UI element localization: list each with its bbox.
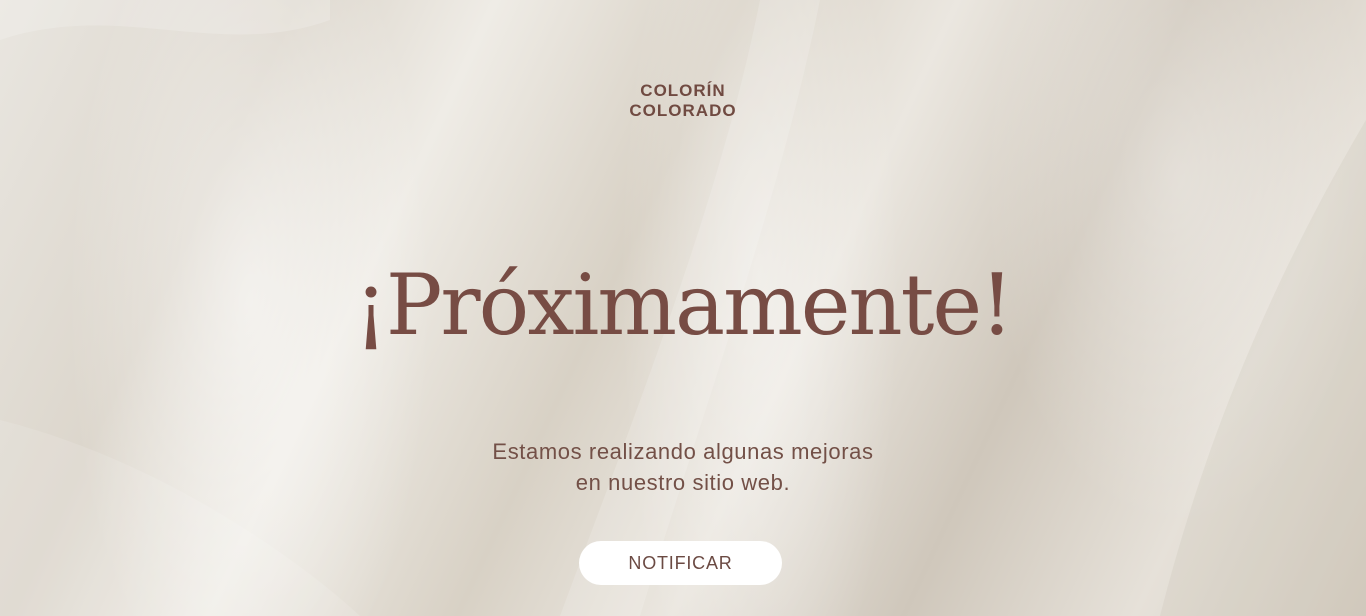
page-title: ¡Próximamente! xyxy=(354,256,1014,354)
brand-logo: COLORÍN COLORADO xyxy=(0,81,1366,121)
notify-button[interactable]: NOTIFICAR xyxy=(579,541,782,585)
subtitle-line2: en nuestro sitio web. xyxy=(575,470,791,495)
page-subtitle: Estamos realizando algunas mejoras en nu… xyxy=(0,436,1366,498)
brand-logo-line1: COLORÍN xyxy=(640,81,726,100)
subtitle-line1: Estamos realizando algunas mejoras xyxy=(492,439,874,464)
brand-logo-line2: COLORADO xyxy=(629,101,737,120)
